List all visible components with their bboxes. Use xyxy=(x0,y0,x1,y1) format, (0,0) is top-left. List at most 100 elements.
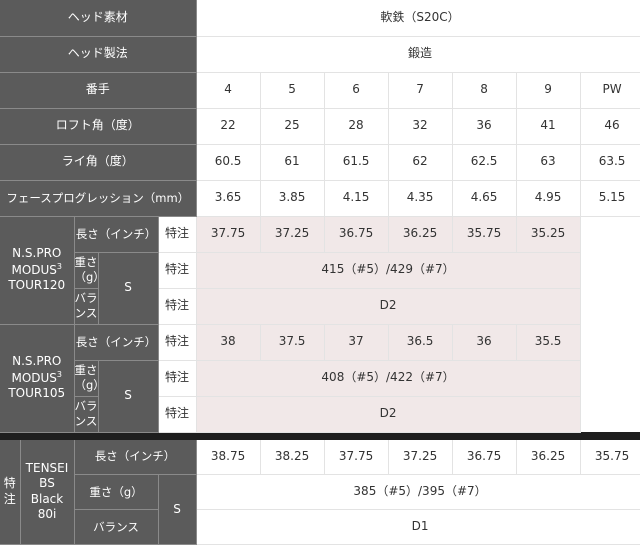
row-shaft1-length: N.S.PRO MODUS3 TOUR120 長さ（インチ） 特注 37.75 … xyxy=(0,216,640,325)
lie-label: ライ角（度） xyxy=(0,144,197,181)
lie-cell: 62 xyxy=(388,144,453,181)
row-shaft3-weight: 重さ（g） S 385（#5）/395（#7） xyxy=(0,474,640,545)
custom-order-char: 特 xyxy=(3,476,16,491)
shaft1-name: N.S.PRO MODUS3 TOUR120 xyxy=(0,216,75,325)
head-material-value: 軟鉄（S20C） xyxy=(196,0,640,37)
shaft1-weight-custom: 特注 xyxy=(158,252,197,289)
row-number: 番手 4 5 6 7 8 9 PW xyxy=(0,72,640,109)
row-shaft3-balance: バランス D1 xyxy=(0,509,640,545)
shaft1-balance-label: バランス xyxy=(74,288,99,325)
row-head-method: ヘッド製法 鍛造 xyxy=(0,36,640,73)
shaft3-weight-label: 重さ（g） xyxy=(74,474,159,510)
shaft3-balance-value: D1 xyxy=(196,509,640,545)
face-progression-label: フェースプログレッション（mm） xyxy=(0,180,197,217)
lie-cell: 61.5 xyxy=(324,144,389,181)
shaft2-name-line: MODUS xyxy=(11,370,57,385)
row-face-progression: フェースプログレッション（mm） 3.65 3.85 4.15 4.35 4.6… xyxy=(0,180,640,217)
face-progression-cell: 4.95 xyxy=(516,180,581,217)
number-cell: 5 xyxy=(260,72,325,109)
custom-order-char: 注 xyxy=(3,491,16,506)
shaft3-length-cell: 38.75 xyxy=(196,439,261,475)
face-progression-cell: 3.65 xyxy=(196,180,261,217)
shaft3-length-cell: 35.75 xyxy=(580,439,640,475)
face-progression-cell: 5.15 xyxy=(580,180,640,217)
head-method-label: ヘッド製法 xyxy=(0,36,197,73)
loft-cell: 41 xyxy=(516,108,581,145)
shaft2-length-cell: 特注 xyxy=(158,324,197,361)
head-method-value: 鍛造 xyxy=(196,36,640,73)
shaft1-name-sup: 3 xyxy=(56,261,63,271)
shaft2-balance-custom: 特注 xyxy=(158,396,197,433)
shaft3-length-label: 長さ（インチ） xyxy=(74,439,197,475)
shaft1-length-cell: 36.75 xyxy=(324,216,389,253)
number-cell: 4 xyxy=(196,72,261,109)
head-material-label: ヘッド素材 xyxy=(0,0,197,37)
shaft2-length-cell: 38 xyxy=(196,324,261,361)
shaft1-weight-value: 415（#5）/429（#7） xyxy=(196,252,581,289)
number-cell: PW xyxy=(580,72,640,109)
shaft1-name-line: N.S.PRO xyxy=(12,246,62,261)
face-progression-cell: 3.85 xyxy=(260,180,325,217)
lie-cell: 60.5 xyxy=(196,144,261,181)
lie-cell: 63.5 xyxy=(580,144,640,181)
shaft3-flex: S xyxy=(158,474,197,545)
shaft1-balance-custom: 特注 xyxy=(158,288,197,325)
shaft2-length-cell: 35.5 xyxy=(516,324,581,361)
section-divider xyxy=(0,432,640,440)
loft-cell: 25 xyxy=(260,108,325,145)
row-shaft3-length: 特 注 TENSEI BS Black 80i 長さ（インチ） 38.75 38… xyxy=(0,439,640,545)
loft-cell: 46 xyxy=(580,108,640,145)
shaft1-balance-value: D2 xyxy=(196,288,581,325)
row-loft: ロフト角（度） 22 25 28 32 36 41 46 xyxy=(0,108,640,145)
lie-cell: 63 xyxy=(516,144,581,181)
shaft1-length-cell: 36.25 xyxy=(388,216,453,253)
shaft2-length-cell: 36.5 xyxy=(388,324,453,361)
row-shaft2-balance: バランス 特注 D2 xyxy=(0,396,640,433)
shaft3-length-cell: 37.75 xyxy=(324,439,389,475)
shaft2-length-cell: 37 xyxy=(324,324,389,361)
shaft1-name-line: TOUR120 xyxy=(8,278,66,293)
lie-cell: 62.5 xyxy=(452,144,517,181)
shaft3-length-cell: 36.25 xyxy=(516,439,581,475)
number-cell: 9 xyxy=(516,72,581,109)
loft-cell: 36 xyxy=(452,108,517,145)
number-label: 番手 xyxy=(0,72,197,109)
number-cell: 7 xyxy=(388,72,453,109)
shaft2-name-line: N.S.PRO xyxy=(12,354,62,369)
custom-order-tag: 特 注 xyxy=(0,439,21,545)
lie-cell: 61 xyxy=(260,144,325,181)
spec-table: ヘッド素材 軟鉄（S20C） ヘッド製法 鍛造 番手 4 5 6 7 8 9 P… xyxy=(0,0,640,545)
shaft3-length-cell: 37.25 xyxy=(388,439,453,475)
shaft1-weight-label: 重さ（g） xyxy=(74,252,105,289)
shaft1-length-cell: 35.75 xyxy=(452,216,517,253)
number-cell: 6 xyxy=(324,72,389,109)
shaft1-length-cell: 特注 xyxy=(158,216,197,253)
shaft3-name-line: BS xyxy=(39,476,55,491)
shaft2-length-cell: 37.5 xyxy=(260,324,325,361)
shaft3-length-cell: 36.75 xyxy=(452,439,517,475)
shaft2-length-label: 長さ（インチ） xyxy=(74,324,159,361)
loft-cell: 22 xyxy=(196,108,261,145)
loft-label: ロフト角（度） xyxy=(0,108,197,145)
shaft2-weight-value: 408（#5）/422（#7） xyxy=(196,360,581,397)
shaft3-name-line: Black xyxy=(30,491,64,506)
shaft3-name-line: 80i xyxy=(37,507,57,522)
shaft3-length-cell: 38.25 xyxy=(260,439,325,475)
shaft2-name: N.S.PRO MODUS3 TOUR105 xyxy=(0,324,75,433)
row-shaft1-weight: 重さ（g） S 特注 415（#5）/429（#7） xyxy=(0,252,640,325)
shaft3-name: TENSEI BS Black 80i xyxy=(20,439,75,545)
number-cell: 8 xyxy=(452,72,517,109)
shaft1-length-label: 長さ（インチ） xyxy=(74,216,159,253)
shaft1-name-line: MODUS xyxy=(11,262,57,277)
row-lie: ライ角（度） 60.5 61 61.5 62 62.5 63 63.5 xyxy=(0,144,640,181)
shaft2-balance-label: バランス xyxy=(74,396,99,433)
face-progression-cell: 4.65 xyxy=(452,180,517,217)
shaft2-weight-label: 重さ（g） xyxy=(74,360,105,397)
shaft3-name-line: TENSEI xyxy=(25,460,69,475)
row-head-material: ヘッド素材 軟鉄（S20C） xyxy=(0,0,640,37)
row-shaft2-length: N.S.PRO MODUS3 TOUR105 長さ（インチ） 特注 38 37.… xyxy=(0,324,640,433)
shaft1-flex: S xyxy=(98,252,159,325)
shaft3-weight-value: 385（#5）/395（#7） xyxy=(196,474,640,510)
loft-cell: 28 xyxy=(324,108,389,145)
shaft1-length-cell: 37.25 xyxy=(260,216,325,253)
